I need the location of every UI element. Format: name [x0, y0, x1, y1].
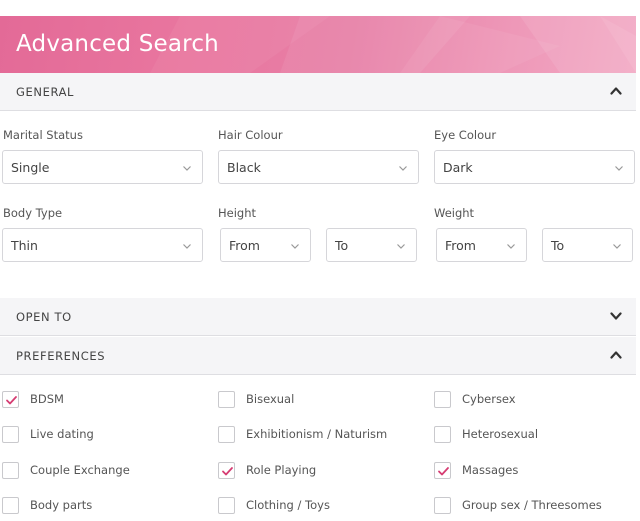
chevron-down-icon [399, 166, 407, 171]
preference-label: Massages [462, 463, 519, 477]
preference-label: Clothing / Toys [246, 498, 330, 512]
preference-label: Couple Exchange [30, 463, 130, 477]
height-to-value: To [335, 238, 349, 253]
preference-checkbox[interactable] [218, 497, 235, 514]
preference-checkbox[interactable] [218, 426, 235, 443]
preference-checkbox[interactable] [2, 391, 19, 408]
preference-label: Bisexual [246, 392, 295, 406]
chevron-up-icon[interactable] [610, 349, 622, 361]
preference-label: Heterosexual [462, 427, 539, 441]
weight-to-value: To [551, 238, 565, 253]
height-from-select[interactable]: From [220, 228, 311, 262]
preference-checkbox[interactable] [434, 497, 451, 514]
eye-colour-label: Eye Colour [434, 128, 497, 142]
preference-label: Live dating [30, 427, 94, 441]
marital-status-select[interactable]: Single [2, 150, 203, 184]
check-icon [438, 467, 449, 476]
marital-status-label: Marital Status [3, 128, 83, 142]
preference-checkbox[interactable] [2, 462, 19, 479]
weight-to-select[interactable]: To [542, 228, 633, 262]
preference-checkbox[interactable] [434, 426, 451, 443]
check-icon [6, 396, 17, 405]
section-general-label: GENERAL [16, 85, 75, 99]
preference-checkbox[interactable] [434, 462, 451, 479]
preference-label: Group sex / Threesomes [462, 498, 602, 512]
chevron-down-icon[interactable] [610, 310, 622, 322]
hair-colour-value: Black [227, 160, 261, 175]
section-open-to-label: OPEN TO [16, 310, 72, 324]
eye-colour-select[interactable]: Dark [434, 150, 635, 184]
preference-checkbox[interactable] [218, 462, 235, 479]
weight-from-value: From [445, 238, 476, 253]
chevron-down-icon [613, 244, 621, 249]
body-type-label: Body Type [3, 206, 63, 220]
chevron-down-icon [507, 244, 515, 249]
eye-colour-value: Dark [443, 160, 473, 175]
preference-label: Exhibitionism / Naturism [246, 427, 388, 441]
preference-checkbox[interactable] [2, 426, 19, 443]
preference-checkbox[interactable] [2, 497, 19, 514]
weight-from-select[interactable]: From [436, 228, 527, 262]
preference-label: Cybersex [462, 392, 516, 406]
chevron-down-icon [615, 166, 623, 171]
preference-checkbox[interactable] [218, 391, 235, 408]
preference-label: Role Playing [246, 463, 317, 477]
marital-status-value: Single [11, 160, 50, 175]
preference-checkbox[interactable] [434, 391, 451, 408]
body-type-value: Thin [11, 238, 38, 253]
body-type-select[interactable]: Thin [2, 228, 203, 262]
hair-colour-label: Hair Colour [218, 128, 283, 142]
section-open-to-header[interactable]: OPEN TO [0, 298, 636, 336]
chevron-up-icon[interactable] [610, 85, 622, 97]
height-label: Height [218, 206, 257, 220]
chevron-down-icon [183, 166, 191, 171]
hair-colour-select[interactable]: Black [218, 150, 419, 184]
page-title: Advanced Search [16, 31, 219, 57]
chevron-down-icon [291, 244, 299, 249]
section-preferences-header[interactable]: PREFERENCES [0, 337, 636, 375]
section-general-header[interactable]: GENERAL [0, 73, 636, 111]
section-preferences-label: PREFERENCES [16, 349, 106, 363]
chevron-down-icon [183, 244, 191, 249]
height-from-value: From [229, 238, 260, 253]
page-header: Advanced Search [0, 16, 636, 73]
chevron-down-icon [397, 244, 405, 249]
preference-label: Body parts [30, 498, 93, 512]
preference-label: BDSM [30, 392, 64, 406]
height-to-select[interactable]: To [326, 228, 417, 262]
check-icon [222, 467, 233, 476]
weight-label: Weight [434, 206, 475, 220]
